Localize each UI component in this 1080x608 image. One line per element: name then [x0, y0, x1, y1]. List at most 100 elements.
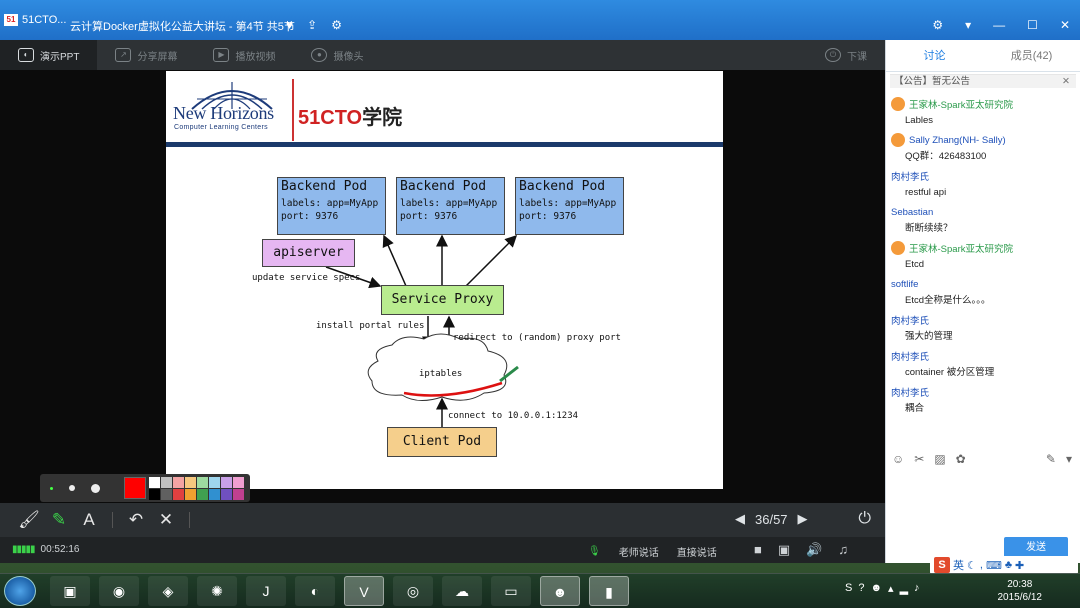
app-tab[interactable]: 51 51CTO... [4, 14, 66, 26]
app-store-icon[interactable]: ◈ [148, 576, 188, 606]
music-icon[interactable]: ♫ [838, 542, 848, 558]
selected-color-swatch[interactable] [124, 477, 146, 499]
gear-icon[interactable]: ⚙ [932, 18, 943, 32]
message-user[interactable]: 王家林-Spark亚太研究院 [891, 96, 1080, 112]
wps-icon[interactable]: V [344, 576, 384, 606]
heart-icon[interactable]: ♥ [286, 18, 293, 32]
backend-pod-1: Backend Pod labels: app=MyApp port: 9376 [277, 177, 386, 235]
color-swatch[interactable] [197, 488, 208, 500]
sunflower-icon[interactable]: ✺ [197, 576, 237, 606]
start-button[interactable] [4, 576, 36, 606]
backend-pod-2: Backend Pod labels: app=MyApp port: 9376 [396, 177, 505, 235]
qq-icon[interactable]: ☻ [540, 576, 580, 606]
keyboard-icon[interactable]: ⌨ [986, 559, 1002, 572]
close-icon[interactable]: ✕ [1060, 18, 1070, 32]
pen-size-medium[interactable] [69, 485, 75, 491]
color-swatch[interactable] [197, 476, 208, 488]
message-user[interactable]: 肉村李氏 [891, 168, 1080, 184]
volume-icon[interactable]: 🔊 [806, 542, 822, 558]
prev-slide-icon[interactable]: ◀ [735, 511, 745, 527]
emoji-icon[interactable]: ☺ [892, 452, 904, 466]
tray-expand-icon[interactable]: ▴ [888, 582, 894, 595]
share-icon[interactable]: ⇪ [307, 18, 317, 32]
screen-layout-icon[interactable]: ▣ [778, 542, 790, 558]
close-notice-icon[interactable]: ✕ [1062, 75, 1070, 89]
undo-icon[interactable]: ↶ [121, 510, 151, 530]
color-swatch[interactable] [149, 476, 160, 488]
color-swatch[interactable] [161, 488, 172, 500]
explorer-icon[interactable]: ▣ [50, 576, 90, 606]
image-icon[interactable]: ▨ [934, 452, 945, 466]
network-icon[interactable]: ▂ [900, 582, 908, 595]
message-user[interactable]: 王家林-Spark亚太研究院 [891, 240, 1080, 256]
netease-icon[interactable]: ◐ [295, 576, 335, 606]
tool-present-ppt[interactable]: ◐ 演示PPT [0, 40, 98, 70]
color-swatch[interactable] [233, 488, 244, 500]
camera-icon[interactable]: ■ [754, 542, 762, 558]
pen-icon[interactable]: ✎ [44, 510, 74, 530]
message-user[interactable]: softlife [891, 276, 1080, 292]
message-text: 耦合 [905, 403, 925, 414]
pen-size-large[interactable] [91, 483, 100, 493]
cloud-icon[interactable]: ☁ [442, 576, 482, 606]
color-swatch[interactable] [221, 488, 232, 500]
color-swatch[interactable] [185, 476, 196, 488]
color-swatch[interactable] [209, 488, 220, 500]
color-swatch[interactable] [173, 488, 184, 500]
next-slide-icon[interactable]: ▶ [798, 511, 808, 527]
moon-icon[interactable]: ☾ [967, 559, 977, 572]
teacher-talk-select[interactable]: 老师说话 [619, 544, 659, 559]
scissors-icon[interactable]: ✂ [914, 452, 924, 466]
maximize-icon[interactable]: ☐ [1027, 18, 1038, 32]
color-swatch[interactable] [185, 488, 196, 500]
skin-icon[interactable]: ♣ [1005, 559, 1012, 571]
tab-discuss[interactable]: 讨论 [886, 40, 983, 71]
settings-small-icon[interactable]: ⚙ [331, 18, 342, 32]
browser-icon[interactable]: ◉ [99, 576, 139, 606]
chrome-icon[interactable]: ◎ [393, 576, 433, 606]
flower-icon[interactable]: ✿ [956, 452, 966, 466]
clock[interactable]: 20:38 2015/6/12 [998, 578, 1043, 604]
tools-icon[interactable]: ✚ [1015, 559, 1024, 572]
minimize-icon[interactable]: — [993, 18, 1005, 32]
message-text: Lables [905, 115, 933, 126]
pod-port: port: 9376 [281, 211, 339, 222]
java-ide-icon[interactable]: J [246, 576, 286, 606]
color-swatch[interactable] [149, 488, 160, 500]
tool-share-screen[interactable]: ↗ 分享屏幕 [97, 40, 195, 70]
color-swatch[interactable] [161, 476, 172, 488]
clear-icon[interactable]: ✕ [151, 510, 181, 530]
stop-presentation-icon[interactable]: ⏻ [858, 510, 871, 528]
sound-icon[interactable]: ♪ [914, 582, 920, 595]
help-icon[interactable]: ? [858, 582, 864, 595]
chevron-down-icon[interactable]: ▾ [1066, 452, 1072, 466]
message-user[interactable]: 肉村李氏 [891, 384, 1080, 400]
qq-tray-icon[interactable]: ☻ [870, 582, 882, 595]
color-swatch[interactable] [233, 476, 244, 488]
edit-icon[interactable]: ✎ [1046, 452, 1056, 466]
pen-size-small[interactable] [50, 486, 53, 490]
sogou-tray-icon[interactable]: S [845, 582, 852, 595]
ime-language[interactable]: 英 [953, 557, 964, 573]
microphone-icon[interactable]: 🎙 [588, 546, 601, 557]
media-icon[interactable]: ▮ [589, 576, 629, 606]
message-user[interactable]: Sebastian [891, 204, 1080, 220]
chevron-down-icon[interactable]: ▾ [965, 18, 971, 32]
folder-icon[interactable]: ▭ [491, 576, 531, 606]
tab-members[interactable]: 成员(42) [983, 40, 1080, 71]
message-user[interactable]: Sally Zhang(NH- Sally) [891, 132, 1080, 148]
color-swatch[interactable] [209, 476, 220, 488]
color-swatch[interactable] [221, 476, 232, 488]
brush-icon[interactable]: 🖌 [14, 510, 44, 530]
slide: New Horizons Computer Learning Centers 5… [166, 71, 723, 489]
message-user[interactable]: 肉村李氏 [891, 312, 1080, 328]
tool-play-video[interactable]: ▶ 播放视频 [195, 40, 293, 70]
direct-talk-button[interactable]: 直接说话 [677, 544, 717, 559]
text-tool-icon[interactable]: A [74, 510, 104, 530]
color-swatch[interactable] [173, 476, 184, 488]
tool-camera[interactable]: ● 摄像头 [293, 40, 381, 70]
tool-label: 分享屏幕 [137, 51, 178, 63]
punct-icon[interactable]: , [980, 559, 983, 571]
message-user[interactable]: 肉村李氏 [891, 348, 1080, 364]
end-class-button[interactable]: ⏻ 下课 [807, 40, 885, 70]
